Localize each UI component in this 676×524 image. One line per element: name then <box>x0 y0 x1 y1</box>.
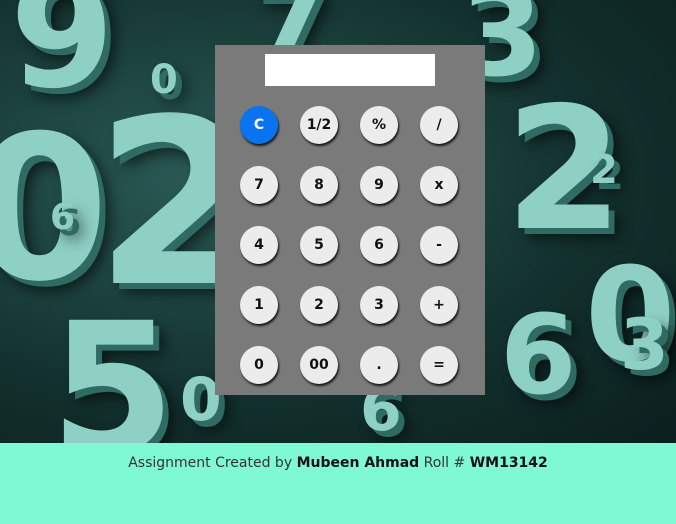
digit-9-button[interactable]: 9 <box>360 166 398 204</box>
digit-5-button[interactable]: 5 <box>300 226 338 264</box>
digit-2-button[interactable]: 2 <box>300 286 338 324</box>
roll-number: WM13142 <box>469 455 548 471</box>
digit-0-button[interactable]: 0 <box>240 346 278 384</box>
add-button[interactable]: + <box>420 286 458 324</box>
decimal-point-button[interactable]: . <box>360 346 398 384</box>
digit-3-button[interactable]: 3 <box>360 286 398 324</box>
footer-prefix: Assignment Created by <box>128 455 293 471</box>
equals-button[interactable]: = <box>420 346 458 384</box>
calculator-display[interactable] <box>265 54 435 86</box>
author-name: Mubeen Ahmad <box>296 455 420 471</box>
digit-7-button[interactable]: 7 <box>240 166 278 204</box>
half-button[interactable]: 1/2 <box>300 106 338 144</box>
digit-6-button[interactable]: 6 <box>360 226 398 264</box>
subtract-button[interactable]: - <box>420 226 458 264</box>
divide-button[interactable]: / <box>420 106 458 144</box>
footer-credit: Assignment Created by Mubeen Ahmad Roll … <box>0 455 676 471</box>
clear-button[interactable]: C <box>240 106 278 144</box>
digit-8-button[interactable]: 8 <box>300 166 338 204</box>
calculator-panel: C 1/2 % / 7 8 9 x 4 5 6 - 1 2 3 + 0 00 .… <box>215 45 485 395</box>
digit-1-button[interactable]: 1 <box>240 286 278 324</box>
footer: Assignment Created by Mubeen Ahmad Roll … <box>0 443 676 524</box>
digit-4-button[interactable]: 4 <box>240 226 278 264</box>
double-zero-button[interactable]: 00 <box>300 346 338 384</box>
roll-label: Roll # <box>423 455 466 471</box>
multiply-button[interactable]: x <box>420 166 458 204</box>
percent-button[interactable]: % <box>360 106 398 144</box>
